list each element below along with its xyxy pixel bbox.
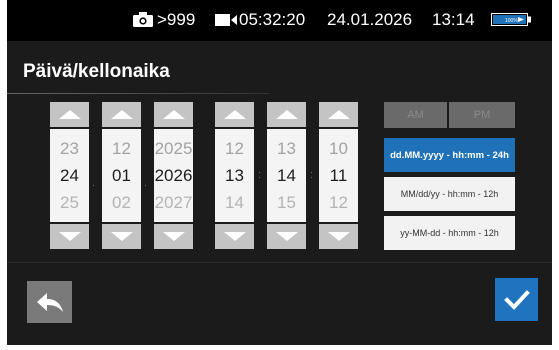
chevron-down-icon: [275, 232, 298, 241]
minute-current-value: 14: [277, 166, 296, 185]
footer-divider: [7, 262, 552, 263]
time-separator: :: [310, 169, 314, 181]
second-wheel[interactable]: 10 11 12: [319, 129, 358, 222]
year-picker: 2025 2026 2027: [154, 102, 193, 249]
second-picker: 10 11 12: [319, 102, 358, 249]
second-next-value: 12: [329, 193, 348, 212]
hour-up-button[interactable]: [215, 102, 254, 127]
chevron-down-icon: [327, 232, 350, 241]
status-date: 24.01.2026: [327, 10, 413, 29]
year-prev-value: 2025: [154, 139, 193, 158]
chevron-up-icon: [327, 110, 350, 119]
camera-icon: [133, 12, 153, 27]
month-wheel[interactable]: 12 01 02: [102, 129, 141, 222]
chevron-up-icon: [58, 110, 81, 119]
device-frame: >999 05:32:20 24.01.2026 13:14 100% Päiv…: [7, 0, 552, 345]
date-time-screen: Päivä/kellonaika 23 24 25 . 12 01 02 . 2…: [7, 41, 552, 345]
date-separator: .: [92, 177, 96, 189]
second-current-value: 11: [329, 166, 348, 185]
back-arrow-icon: [36, 293, 63, 312]
title-divider: [7, 93, 269, 94]
pm-button[interactable]: PM: [449, 102, 515, 128]
year-wheel[interactable]: 2025 2026 2027: [154, 129, 193, 222]
chevron-down-icon: [58, 232, 81, 241]
confirm-button[interactable]: [495, 278, 538, 321]
day-up-button[interactable]: [50, 102, 89, 127]
back-button[interactable]: [27, 281, 72, 323]
day-current-value: 24: [60, 166, 79, 185]
status-bar: >999 05:32:20 24.01.2026 13:14 100%: [7, 0, 552, 41]
year-down-button[interactable]: [154, 224, 193, 249]
photo-count: >999: [157, 10, 196, 29]
second-up-button[interactable]: [319, 102, 358, 127]
year-up-button[interactable]: [154, 102, 193, 127]
year-next-value: 2027: [154, 193, 193, 212]
format-option-us-12h[interactable]: MM/dd/yy - hh:mm - 12h: [384, 177, 515, 211]
status-time: 13:14: [432, 10, 475, 29]
day-wheel[interactable]: 23 24 25: [50, 129, 89, 222]
video-duration: 05:32:20: [239, 10, 306, 29]
chevron-down-icon: [162, 232, 185, 241]
chevron-up-icon: [162, 110, 185, 119]
month-picker: 12 01 02: [102, 102, 141, 249]
battery-icon: 100%: [491, 13, 531, 26]
month-next-value: 02: [112, 193, 131, 212]
day-prev-value: 23: [60, 139, 79, 158]
day-picker: 23 24 25: [50, 102, 89, 249]
chevron-up-icon: [223, 110, 246, 119]
time-separator: :: [258, 169, 262, 181]
month-prev-value: 12: [112, 139, 131, 158]
minute-prev-value: 13: [277, 139, 296, 158]
minute-next-value: 15: [277, 193, 296, 212]
date-separator: .: [144, 177, 148, 189]
chevron-up-icon: [275, 110, 298, 119]
format-option-iso-12h[interactable]: yy-MM-dd - hh:mm - 12h: [384, 216, 515, 250]
hour-next-value: 14: [225, 193, 244, 212]
second-down-button[interactable]: [319, 224, 358, 249]
month-down-button[interactable]: [102, 224, 141, 249]
minute-wheel[interactable]: 13 14 15: [267, 129, 306, 222]
hour-prev-value: 12: [225, 139, 244, 158]
hour-current-value: 13: [225, 166, 244, 185]
format-option-24h[interactable]: dd.MM.yyyy - hh:mm - 24h: [384, 138, 515, 172]
am-button[interactable]: AM: [384, 102, 447, 128]
second-prev-value: 10: [329, 139, 348, 158]
hour-down-button[interactable]: [215, 224, 254, 249]
month-current-value: 01: [112, 166, 131, 185]
chevron-up-icon: [110, 110, 133, 119]
year-current-value: 2026: [154, 166, 193, 185]
minute-picker: 13 14 15: [267, 102, 306, 249]
month-up-button[interactable]: [102, 102, 141, 127]
day-down-button[interactable]: [50, 224, 89, 249]
video-camera-icon: [215, 14, 237, 26]
minute-up-button[interactable]: [267, 102, 306, 127]
checkmark-icon: [503, 289, 530, 310]
hour-picker: 12 13 14: [215, 102, 254, 249]
page-title: Päivä/kellonaika: [23, 61, 170, 82]
chevron-down-icon: [110, 232, 133, 241]
chevron-down-icon: [223, 232, 246, 241]
battery-label: 100%: [505, 18, 518, 24]
minute-down-button[interactable]: [267, 224, 306, 249]
hour-wheel[interactable]: 12 13 14: [215, 129, 254, 222]
day-next-value: 25: [60, 193, 79, 212]
